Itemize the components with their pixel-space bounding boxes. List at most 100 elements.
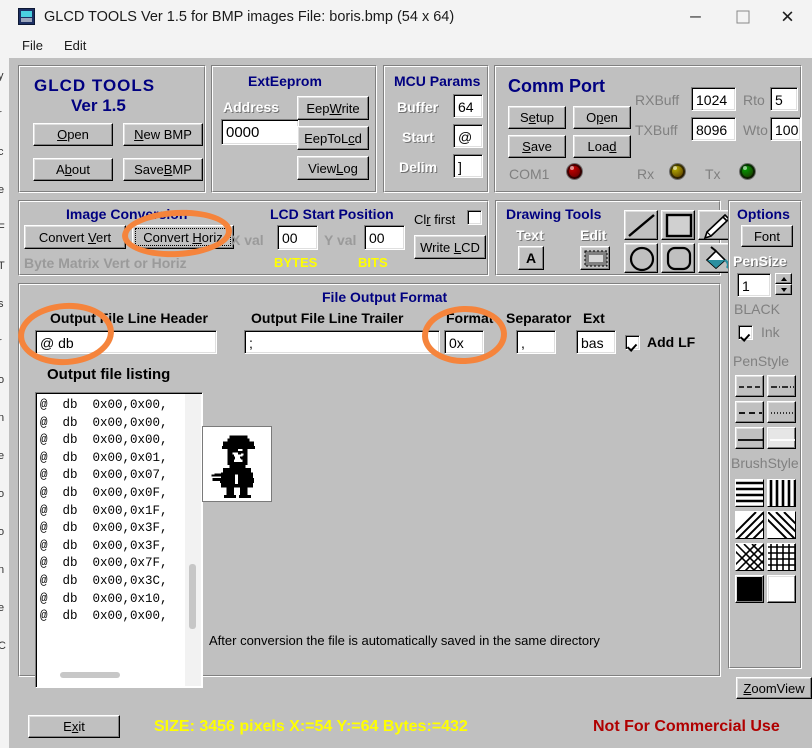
output-listing-hscrollbar[interactable] <box>42 668 207 682</box>
wto-input[interactable]: 100 <box>770 117 801 141</box>
brushstyle-vertical[interactable] <box>767 479 796 507</box>
buffer-input[interactable]: 64 <box>453 94 483 118</box>
bg-text-fragment: y <box>0 70 4 82</box>
menu-file[interactable]: File <box>15 36 50 55</box>
open-button[interactable]: Open <box>33 123 113 146</box>
close-button[interactable]: ✕ <box>765 0 810 33</box>
brushstyle-label: BrushStyle <box>731 455 799 471</box>
bitmap-preview[interactable] <box>202 426 272 502</box>
eep-to-lcd-button[interactable]: EepToLcd <box>297 126 369 150</box>
format-input[interactable]: 0x <box>444 330 484 354</box>
delim-label: Delim <box>399 159 437 175</box>
font-button-label: Font <box>754 229 780 244</box>
output-listing-vthumb[interactable] <box>189 564 196 629</box>
options-title: Options <box>737 206 790 222</box>
pensize-spinner[interactable] <box>775 273 792 295</box>
clr-first-checkbox[interactable] <box>467 210 482 225</box>
minimize-button[interactable]: ─ <box>673 0 718 33</box>
title-bar: GLCD TOOLS Ver 1.5 for BMP images File: … <box>9 0 812 33</box>
rounded-rect-tool[interactable] <box>661 243 695 273</box>
penstyle-dashdot-2[interactable] <box>767 375 796 397</box>
view-log-button[interactable]: ViewLog <box>297 156 369 180</box>
add-lf-checkbox[interactable] <box>625 335 640 350</box>
rectangle-tool[interactable] <box>661 210 695 240</box>
rxbuff-input[interactable]: 1024 <box>691 87 736 111</box>
brushstyle-crosshatch-diag[interactable] <box>735 543 764 571</box>
bg-text-fragment: n <box>0 412 4 424</box>
brushstyle-horizontal[interactable] <box>735 479 764 507</box>
output-listing-vscrollbar[interactable] <box>185 394 201 686</box>
write-lcd-button[interactable]: Write LCD <box>414 235 486 259</box>
output-listing-box[interactable]: @ db 0x00,0x00, @ db 0x00,0x00, @ db 0x0… <box>35 392 203 688</box>
penstyle-none[interactable] <box>767 427 796 449</box>
brushstyle-solid-black[interactable] <box>735 575 764 603</box>
fill-tool[interactable] <box>698 243 732 273</box>
eep-write-button[interactable]: EepWrite <box>297 96 369 120</box>
com-port-label: COM1 <box>509 166 549 182</box>
ink-checkbox[interactable] <box>738 325 753 340</box>
txbuff-input[interactable]: 8096 <box>691 117 736 141</box>
comm-save-label: Save <box>522 139 552 154</box>
start-input[interactable]: @ <box>453 124 483 148</box>
save-bmp-button[interactable]: SaveBMP <box>123 158 203 181</box>
ext-input[interactable]: bas <box>576 330 616 354</box>
edit-select-tool[interactable] <box>580 246 610 270</box>
size-status-text: SIZE: 3456 pixels X:=54 Y:=64 Bytes:=432 <box>154 718 468 736</box>
brushstyle-diagonal-back[interactable] <box>735 511 764 539</box>
rx-status-led <box>670 164 685 179</box>
penstyle-dot[interactable] <box>767 401 796 423</box>
new-bmp-button[interactable]: New BMP <box>123 123 203 146</box>
maximize-button[interactable] <box>720 0 765 33</box>
eep-write-label: EepWrite <box>306 101 359 116</box>
penstyle-solid[interactable] <box>735 427 764 449</box>
ellipse-tool[interactable] <box>624 243 658 273</box>
ext-eeprom-panel: ExtEeprom Address 0000 EepWrite EepToLcd… <box>211 65 377 193</box>
bg-text-fragment: o <box>0 374 4 386</box>
bitmap-preview-image <box>207 431 269 499</box>
delim-input[interactable]: ] <box>453 154 483 178</box>
pensize-down-button[interactable] <box>775 284 792 295</box>
about-button[interactable]: About <box>33 158 113 181</box>
comm-save-button[interactable]: Save <box>508 135 566 158</box>
pensize-up-button[interactable] <box>775 273 792 284</box>
bits-unit-label: BITS <box>358 255 388 270</box>
penstyle-dashdot-1[interactable] <box>735 375 764 397</box>
comm-load-button[interactable]: Load <box>573 135 631 158</box>
penstyle-dash[interactable] <box>735 401 764 423</box>
bg-text-fragment: F <box>0 222 5 234</box>
brushstyle-diagonal-fwd[interactable] <box>767 511 796 539</box>
pencil-tool[interactable] <box>698 210 732 240</box>
close-icon: ✕ <box>780 8 794 25</box>
line-trailer-input[interactable]: ; <box>244 330 440 354</box>
rto-input[interactable]: 5 <box>770 87 798 111</box>
maximize-icon <box>736 10 749 23</box>
window-title: GLCD TOOLS Ver 1.5 for BMP images File: … <box>44 7 454 27</box>
separator-input[interactable]: , <box>516 330 556 354</box>
text-tool-button[interactable]: A <box>518 246 544 270</box>
exit-button[interactable]: Exit <box>28 715 120 738</box>
brushstyle-solid-white[interactable] <box>767 575 796 603</box>
bg-text-fragment: c <box>0 146 4 158</box>
format-label: Format <box>446 310 493 326</box>
convert-vert-button[interactable]: Convert Vert <box>24 225 126 249</box>
brushstyle-cross[interactable] <box>767 543 796 571</box>
drawing-tools-panel: Drawing Tools Text Edit A <box>495 200 721 276</box>
line-header-input[interactable]: @ db <box>35 330 217 354</box>
output-listing-hthumb[interactable] <box>60 672 120 678</box>
pensize-input[interactable]: 1 <box>737 273 771 297</box>
line-tool[interactable] <box>624 210 658 240</box>
y-val-input[interactable]: 00 <box>364 225 405 250</box>
x-val-input[interactable]: 00 <box>277 225 318 250</box>
comm-setup-button[interactable]: Setup <box>508 106 566 129</box>
menu-edit[interactable]: Edit <box>57 36 93 55</box>
zoom-view-button[interactable]: ZoomView <box>736 677 812 699</box>
ext-label: Ext <box>583 310 605 326</box>
open-button-label: Open <box>57 127 89 142</box>
convert-horiz-button[interactable]: Convert Horiz <box>132 225 234 249</box>
bg-text-fragment: r <box>0 108 2 120</box>
tx-label: Tx <box>705 166 721 182</box>
comm-open-button[interactable]: Open <box>573 106 631 129</box>
comm-load-label: Load <box>588 139 617 154</box>
font-button[interactable]: Font <box>741 225 793 247</box>
address-input[interactable]: 0000 <box>221 119 299 145</box>
